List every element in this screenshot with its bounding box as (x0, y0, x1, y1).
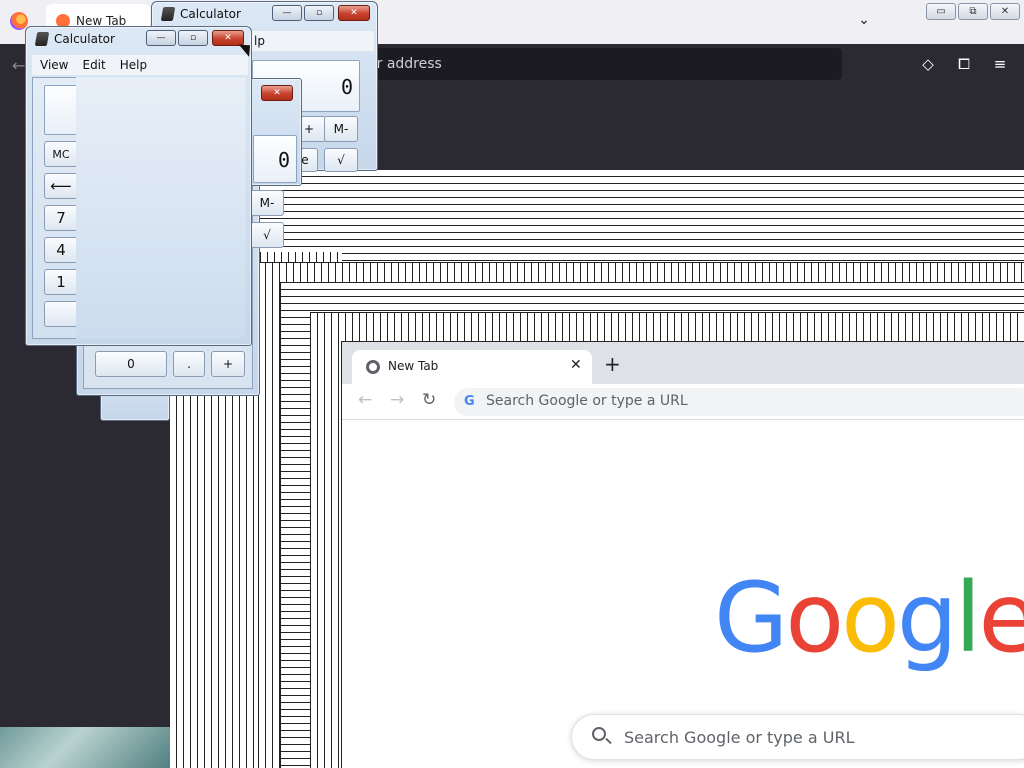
menu-icon[interactable]: ≡ (990, 54, 1010, 74)
google-logo-letter: G (714, 562, 788, 674)
key-zero[interactable]: 0 (95, 351, 167, 377)
calculator-display: 0 (253, 135, 297, 183)
calculator-app-icon (34, 32, 50, 46)
reload-icon[interactable]: ↻ (422, 390, 436, 410)
menu-edit[interactable]: Edit (82, 58, 105, 72)
minimize-button[interactable]: — (272, 5, 302, 21)
key-four[interactable]: 4 (44, 237, 78, 263)
firefox-urlbar-placeholder: er address (368, 56, 442, 72)
key-backspace[interactable]: ⟵ (44, 173, 78, 199)
close-tab-icon[interactable]: ✕ (570, 357, 582, 373)
firefox-minimize-button[interactable]: ▭ (926, 3, 956, 20)
menu-help[interactable]: Help (120, 58, 147, 72)
chrome-tab-title: New Tab (388, 359, 439, 373)
close-button[interactable]: ✕ (338, 5, 370, 21)
google-g-icon: G (464, 394, 475, 409)
google-search-box[interactable]: Search Google or type a URL (571, 714, 1024, 760)
search-placeholder: Search Google or type a URL (624, 728, 855, 747)
omnibox-input[interactable]: G Search Google or type a URL (454, 388, 1024, 416)
menu-help[interactable]: lp (254, 34, 265, 48)
chrome-toolbar: ← → ↻ G Search Google or type a URL (342, 384, 1024, 420)
key-m-minus[interactable]: M- (324, 116, 358, 142)
key-zero[interactable] (44, 301, 78, 327)
google-logo-letter: l (954, 562, 982, 674)
maximize-button[interactable]: ▫ (178, 30, 208, 46)
calculator-unpainted-region (76, 77, 246, 339)
new-tab-plus-icon[interactable]: + (604, 354, 621, 374)
calculator-menubar: View Edit Help (32, 55, 248, 75)
key-sqrt[interactable]: √ (250, 222, 284, 248)
forward-arrow-icon[interactable]: → (390, 390, 404, 410)
extensions-icon[interactable]: ⧠ (954, 54, 974, 74)
calculator-window-front: Calculator — ▫ ✕ View Edit Help MC ⟵ 7 4… (25, 26, 252, 346)
minimize-button[interactable]: — (146, 30, 176, 46)
key-seven[interactable]: 7 (44, 205, 78, 231)
maximize-button[interactable]: ▫ (304, 5, 334, 21)
google-logo-letter: o (785, 562, 844, 674)
close-button[interactable]: ✕ (261, 85, 293, 101)
firefox-back-arrow-icon[interactable]: ← (12, 56, 25, 75)
calculator-display (44, 85, 78, 135)
pocket-icon[interactable]: ◇ (918, 54, 938, 74)
chrome-window: New Tab ✕ + ← → ↻ G Search Google or typ… (341, 341, 1024, 768)
key-decimal[interactable]: . (173, 351, 205, 377)
chrome-favicon-icon (366, 360, 380, 374)
key-one[interactable]: 1 (44, 269, 78, 295)
desktop-wallpaper (0, 727, 172, 768)
back-arrow-icon[interactable]: ← (358, 390, 372, 410)
calculator-window-2-right-edge: ✕ 0 (250, 78, 302, 186)
key-mc[interactable]: MC (44, 141, 78, 167)
menu-view[interactable]: View (40, 58, 68, 72)
firefox-close-button[interactable]: ✕ (990, 3, 1020, 20)
calculator-title: Calculator (54, 32, 115, 46)
chrome-tabstrip: New Tab ✕ + (342, 342, 1024, 384)
list-all-tabs-chevron-down-icon[interactable]: ⌄ (855, 12, 873, 30)
key-plus[interactable]: + (211, 351, 245, 377)
google-logo-letter: o (841, 562, 900, 674)
calculator-title: Calculator (180, 7, 241, 21)
google-logo-letter: g (896, 562, 958, 674)
google-logo: Google (714, 570, 1024, 666)
calculator-app-icon (160, 7, 176, 21)
firefox-restore-button[interactable]: ⧉ (958, 3, 988, 20)
search-icon (592, 727, 606, 741)
google-logo-letter: e (978, 562, 1024, 674)
key-sqrt[interactable]: √ (324, 148, 358, 172)
chrome-tab-new-tab[interactable]: New Tab ✕ (352, 350, 592, 384)
omnibox-placeholder: Search Google or type a URL (486, 393, 688, 409)
key-m-minus[interactable]: M- (250, 190, 284, 216)
